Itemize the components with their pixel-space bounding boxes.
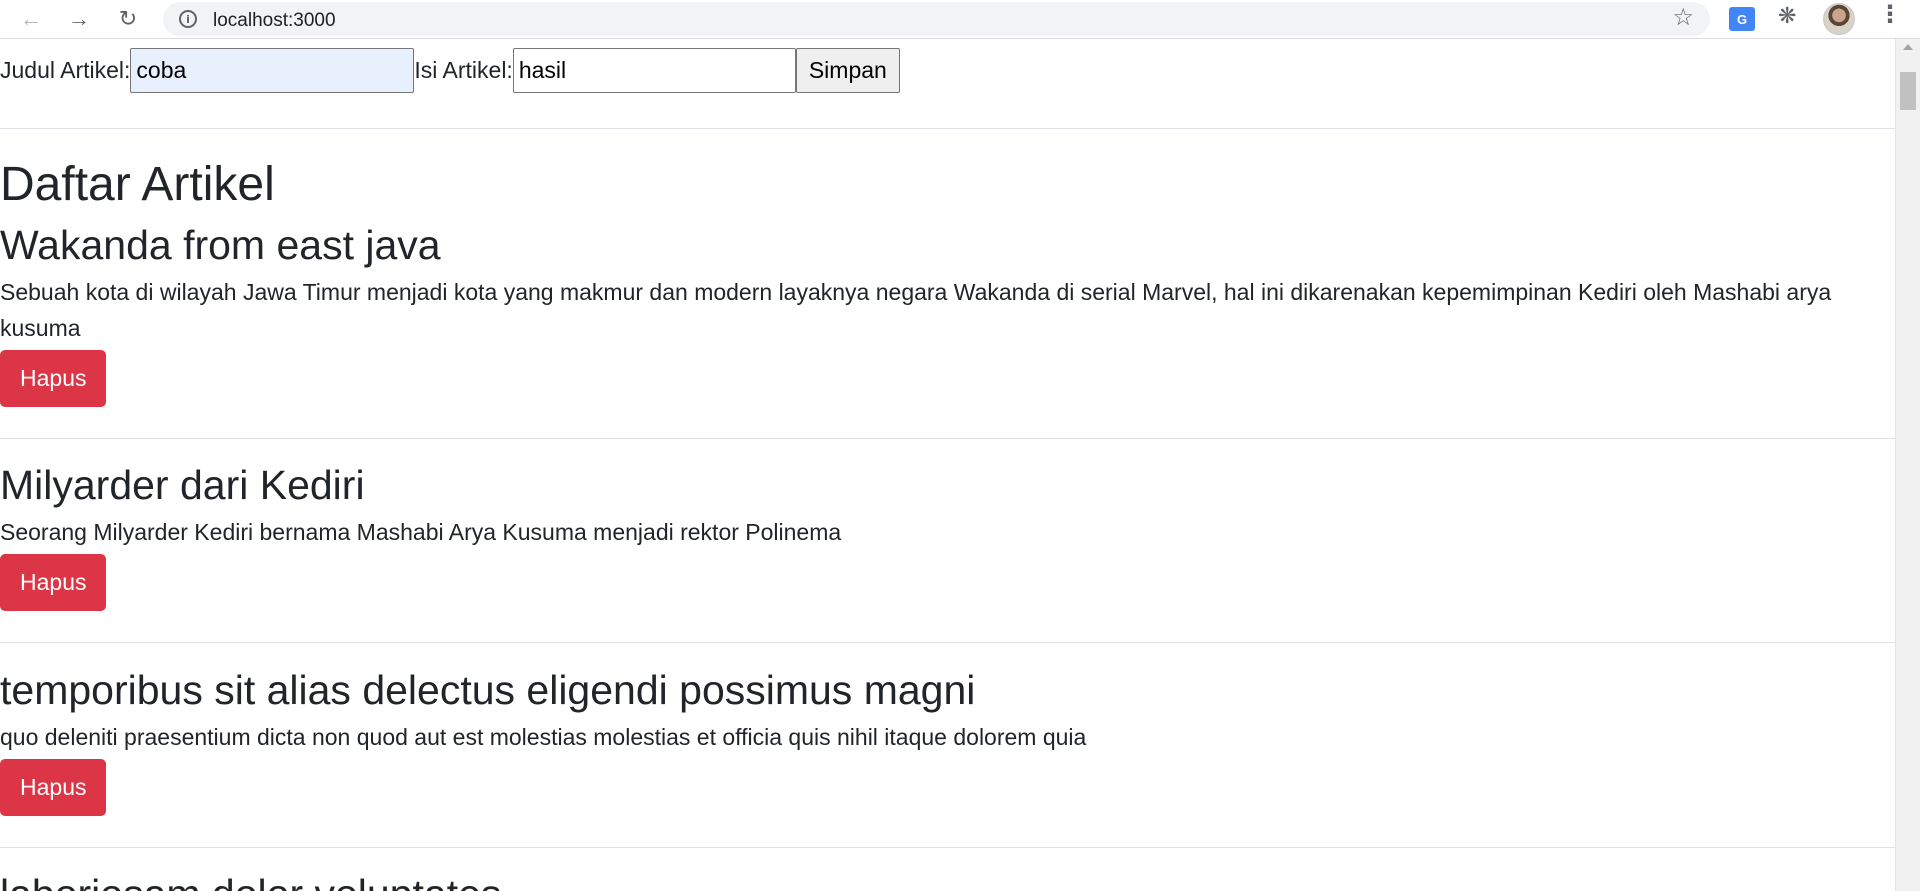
page-title: Daftar Artikel	[0, 158, 275, 211]
hapus-button[interactable]: Hapus	[0, 759, 107, 817]
article-form: Judul Artikel: Isi Artikel: Simpan	[0, 47, 900, 93]
judul-label: Judul Artikel:	[0, 56, 131, 83]
info-icon[interactable]: i	[179, 10, 197, 28]
isi-label: Isi Artikel:	[414, 56, 513, 83]
article-title: Wakanda from east java	[0, 222, 441, 268]
divider	[0, 642, 1895, 643]
hapus-button[interactable]: Hapus	[0, 350, 107, 408]
article-item: Milyarder dari Kediri Seorang Milyarder …	[0, 461, 1895, 612]
article-title: Milyarder dari Kediri	[0, 462, 365, 508]
article-body: Seorang Milyarder Kediri bernama Mashabi…	[0, 519, 842, 546]
vertical-scrollbar[interactable]	[1895, 39, 1920, 891]
divider	[0, 128, 1895, 129]
article-title: laboriosam dolor voluptates	[0, 870, 1895, 891]
scroll-thumb[interactable]	[1900, 72, 1916, 110]
arrow-left-icon[interactable]: ←	[16, 4, 46, 34]
hapus-button[interactable]: Hapus	[0, 554, 107, 612]
url-text[interactable]: localhost:3000	[213, 10, 336, 32]
translate-icon[interactable]: G	[1729, 7, 1755, 31]
avatar[interactable]	[1823, 3, 1855, 35]
puzzle-icon[interactable]: ❋	[1778, 5, 1796, 27]
scroll-up-arrow-icon[interactable]	[1903, 44, 1913, 50]
kebab-menu-icon[interactable]: ⋮	[1878, 3, 1902, 27]
article-item: laboriosam dolor voluptates	[0, 870, 1895, 891]
browser-toolbar: ← → ↻ i localhost:3000 ☆ G ❋ ⋮	[0, 0, 1920, 39]
simpan-button[interactable]: Simpan	[795, 47, 900, 93]
article-title: temporibus sit alias delectus eligendi p…	[0, 667, 976, 713]
article-item: temporibus sit alias delectus eligendi p…	[0, 666, 1895, 817]
arrow-right-icon[interactable]: →	[64, 4, 94, 34]
article-body: Sebuah kota di wilayah Jawa Timur menjad…	[0, 279, 1832, 342]
divider	[0, 847, 1895, 848]
article-body: quo deleniti praesentium dicta non quod …	[0, 724, 1087, 751]
reload-icon[interactable]: ↻	[113, 4, 143, 34]
article-item: Wakanda from east java Sebuah kota di wi…	[0, 221, 1895, 408]
page-content: Judul Artikel: Isi Artikel: Simpan Dafta…	[0, 39, 1895, 891]
address-bar[interactable]: i localhost:3000 ☆	[163, 2, 1710, 36]
star-icon[interactable]: ☆	[1672, 6, 1694, 30]
isi-input[interactable]	[512, 47, 796, 93]
judul-input[interactable]	[130, 47, 415, 93]
divider	[0, 438, 1895, 439]
